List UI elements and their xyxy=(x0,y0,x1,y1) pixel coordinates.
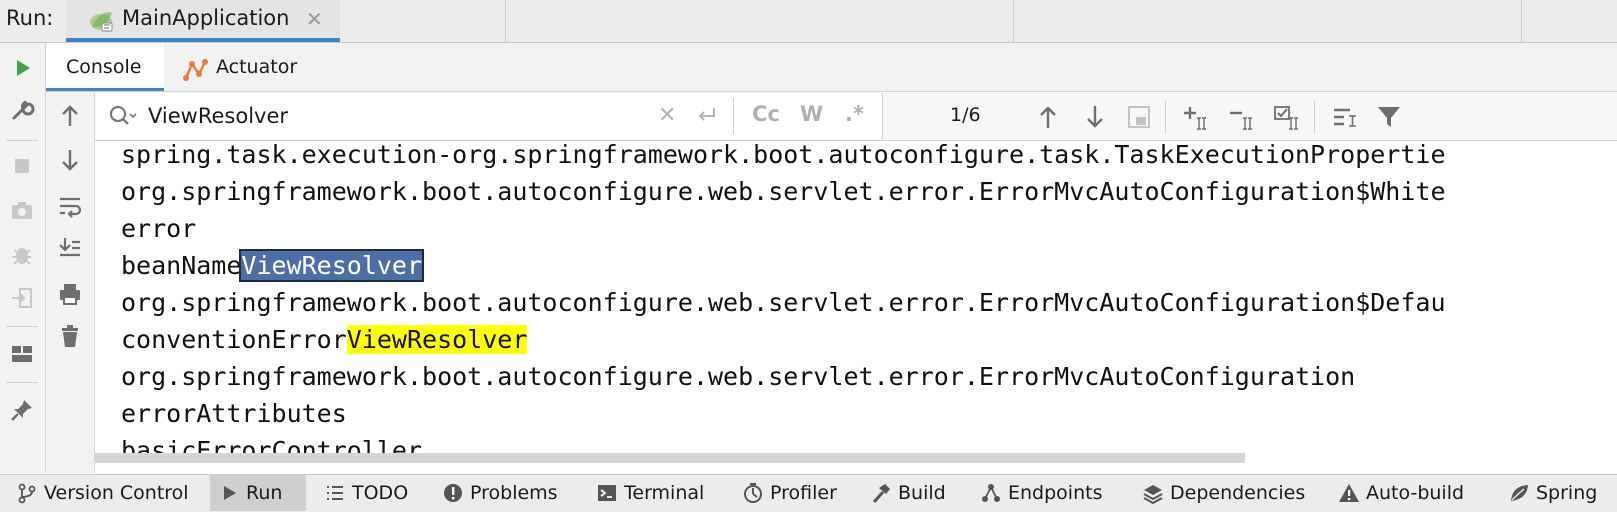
selected-search-match: ViewResolver xyxy=(239,249,425,282)
terminal-icon xyxy=(598,484,616,501)
search-tools-divider xyxy=(1314,100,1315,134)
horizontal-scrollbar[interactable] xyxy=(95,453,1245,463)
search-tools-divider xyxy=(1165,100,1166,134)
print-icon[interactable] xyxy=(56,280,84,308)
toolbar-separator xyxy=(6,382,38,383)
wrench-icon[interactable] xyxy=(8,96,36,124)
debug-bug-icon[interactable] xyxy=(8,240,36,268)
match-case-toggle[interactable]: Cc xyxy=(752,102,780,126)
search-settings-icon[interactable] xyxy=(1330,102,1360,132)
scroll-to-end-icon[interactable] xyxy=(56,234,84,262)
tool-tab-endpoints[interactable]: Endpoints xyxy=(980,474,1102,511)
filter-icon[interactable] xyxy=(1374,102,1404,132)
layout-icon[interactable] xyxy=(8,340,36,368)
new-line-icon[interactable] xyxy=(694,104,720,128)
runbar-divider xyxy=(505,0,506,42)
tab-console-label: Console xyxy=(66,56,142,78)
arrow-up-icon[interactable] xyxy=(56,102,84,130)
run-tab-underline xyxy=(66,38,340,42)
previous-occurrence-icon[interactable] xyxy=(1033,102,1063,132)
whole-words-toggle[interactable]: W xyxy=(800,102,823,126)
next-occurrence-icon[interactable] xyxy=(1080,102,1110,132)
add-occurrence-icon[interactable] xyxy=(1180,102,1210,132)
alert-icon xyxy=(444,483,462,502)
clear-search-icon[interactable]: ✕ xyxy=(658,103,676,128)
actuator-icon[interactable] xyxy=(182,56,210,82)
run-tab-title: MainApplication xyxy=(122,6,290,30)
tool-tab-spring[interactable]: Spring xyxy=(1508,474,1597,511)
tool-tab-build[interactable]: Build xyxy=(870,474,946,511)
search-input[interactable] xyxy=(148,96,648,136)
stop-icon[interactable] xyxy=(8,152,36,180)
console-line: conventionErrorViewResolver xyxy=(121,325,528,354)
select-all-occurrences-icon[interactable] xyxy=(1272,102,1302,132)
console-line: error xyxy=(121,214,197,243)
branch-icon xyxy=(18,483,36,503)
runbar-divider xyxy=(1013,0,1014,42)
camera-icon[interactable] xyxy=(8,196,36,224)
leaf-icon xyxy=(1511,484,1528,501)
tool-tab-terminal[interactable]: Terminal xyxy=(596,474,704,511)
tab-actuator-label[interactable]: Actuator xyxy=(216,56,297,78)
search-match: ViewResolver xyxy=(346,325,528,354)
console-line: org.springframework.boot.autoconfigure.w… xyxy=(121,177,1446,206)
console-line: beanNameViewResolver xyxy=(121,249,425,282)
runbar-divider xyxy=(1521,0,1522,42)
rerun-icon[interactable] xyxy=(8,54,36,82)
remove-occurrence-icon[interactable] xyxy=(1226,102,1256,132)
hammer-icon xyxy=(872,483,890,503)
console-line: org.springframework.boot.autoconfigure.w… xyxy=(121,362,1356,391)
console-line: spring.task.execution-org.springframewor… xyxy=(121,141,1446,169)
toolbar-separator xyxy=(6,140,38,141)
list-icon xyxy=(327,485,343,500)
tool-tab-problems[interactable]: Problems xyxy=(442,474,558,511)
spring-boot-app-icon xyxy=(88,9,114,33)
soft-wrap-icon[interactable] xyxy=(56,192,84,220)
trash-icon[interactable] xyxy=(56,322,84,350)
run-icon xyxy=(224,485,236,500)
layers-icon xyxy=(1143,484,1163,504)
filter-results-icon[interactable] xyxy=(1124,102,1154,132)
regex-toggle[interactable]: .* xyxy=(845,102,864,126)
toolbar-separator xyxy=(6,326,38,327)
login-arrow-icon[interactable] xyxy=(8,284,36,312)
console-output[interactable]: spring.task.execution-org.springframewor… xyxy=(95,141,1617,473)
run-label: Run: xyxy=(6,6,54,30)
arrow-down-icon[interactable] xyxy=(56,146,84,174)
search-options-divider xyxy=(733,98,734,134)
match-count: 1/6 xyxy=(950,104,981,126)
tool-tab-todo[interactable]: TODO xyxy=(324,474,408,511)
tool-tab-dependencies[interactable]: Dependencies xyxy=(1142,474,1305,511)
search-icon[interactable] xyxy=(108,104,138,128)
tool-tab-profiler[interactable]: Profiler xyxy=(742,474,837,511)
pin-icon[interactable] xyxy=(8,396,36,424)
warning-icon xyxy=(1339,483,1359,502)
endpoints-icon xyxy=(982,483,1000,502)
console-line: errorAttributes xyxy=(121,399,347,428)
tool-tab-auto-build[interactable]: Auto-build xyxy=(1338,474,1464,511)
tab-console-underline xyxy=(46,88,164,91)
console-line: org.springframework.boot.autoconfigure.w… xyxy=(121,288,1446,317)
profiler-icon xyxy=(744,482,762,503)
tool-tab-run[interactable]: Run xyxy=(218,474,282,511)
tool-tab-version-control[interactable]: Version Control xyxy=(16,474,189,511)
close-icon[interactable]: ✕ xyxy=(306,7,323,31)
